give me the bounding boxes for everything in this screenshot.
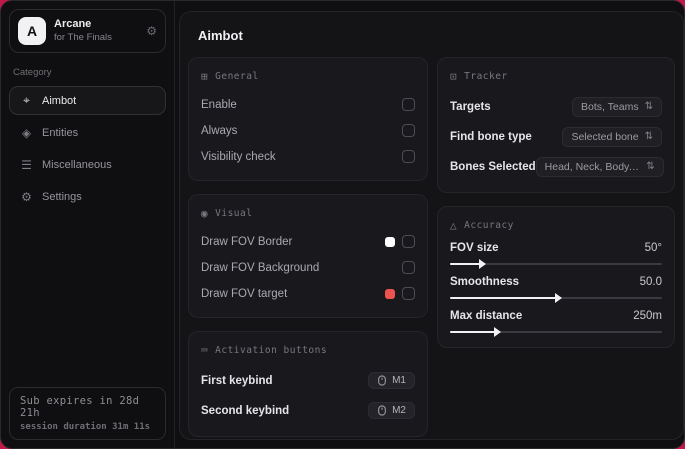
setting-row-targets: Targets Bots, Teams ⇅ xyxy=(450,93,662,120)
brand-title: Arcane xyxy=(54,18,92,31)
main-area: Aimbot ⊞ General Enable Always Visibilit… xyxy=(175,1,684,448)
setting-row-always: Always xyxy=(201,119,415,142)
panel-title: Activation buttons xyxy=(215,345,328,356)
sidebar-item-entities[interactable]: ◈ Entities xyxy=(9,119,166,147)
slider-thumb[interactable] xyxy=(493,327,501,337)
max-distance-slider[interactable] xyxy=(450,327,662,337)
sidebar-item-aimbot[interactable]: ⌖ Aimbot xyxy=(9,86,166,115)
sidebar-item-settings[interactable]: ⚙ Settings xyxy=(9,183,166,211)
panel-title: Visual xyxy=(215,208,253,219)
panel-visual: ◉ Visual Draw FOV Border Draw FOV Backgr… xyxy=(188,194,428,318)
first-keybind-button[interactable]: M1 xyxy=(368,372,415,389)
bones-selected-select[interactable]: Head, Neck, Body, Pe... ⇅ xyxy=(535,156,664,177)
setting-row-fov-size: FOV size 50° xyxy=(450,242,662,269)
sidebar-item-miscellaneous[interactable]: ☰ Miscellaneous xyxy=(9,151,166,179)
fov-border-color-swatch[interactable] xyxy=(385,236,395,247)
sub-expiry-text: Sub expires in 28d 21h xyxy=(20,395,140,419)
panel-activation-buttons: ⌨ Activation buttons First keybind M1 Se… xyxy=(188,331,428,437)
sliders-icon: ☰ xyxy=(21,158,32,172)
panel-title: Accuracy xyxy=(464,220,514,231)
setting-row-max-distance: Max distance 250m xyxy=(450,310,662,337)
slider-thumb[interactable] xyxy=(478,259,486,269)
setting-row-enable: Enable xyxy=(201,93,415,116)
panel-general: ⊞ General Enable Always Visibility check xyxy=(188,57,428,181)
setting-row-draw-fov-border: Draw FOV Border xyxy=(201,230,415,253)
panel-accuracy: △ Accuracy FOV size 50° Smoothness 50.0 … xyxy=(437,206,675,348)
always-checkbox[interactable] xyxy=(402,124,415,137)
sidebar-item-label: Settings xyxy=(42,191,82,203)
eye-icon: ◉ xyxy=(201,207,209,220)
category-label: Category xyxy=(13,67,52,78)
draw-fov-border-checkbox[interactable] xyxy=(402,235,415,248)
enable-checkbox[interactable] xyxy=(402,98,415,111)
max-distance-value: 250m xyxy=(633,310,662,322)
draw-fov-background-checkbox[interactable] xyxy=(402,261,415,274)
sidebar-nav: ⌖ Aimbot ◈ Entities ☰ Miscellaneous ⚙ Se… xyxy=(9,86,166,211)
page-title: Aimbot xyxy=(198,28,243,43)
find-bone-type-select[interactable]: Selected bone ⇅ xyxy=(562,126,662,147)
mouse-icon xyxy=(378,405,386,416)
session-duration-text: session duration 31m 11s xyxy=(20,422,151,432)
crosshair-icon: ⌖ xyxy=(23,93,30,107)
gear-icon: ⚙ xyxy=(21,190,32,204)
panel-title: General xyxy=(215,71,259,82)
cube-icon: ◈ xyxy=(21,126,32,140)
subscription-info: Sub expires in 28d 21h session duration … xyxy=(9,387,166,440)
grid-icon: ⊞ xyxy=(201,70,209,83)
sync-icon[interactable]: ⚙ xyxy=(146,24,157,38)
sidebar-item-label: Aimbot xyxy=(42,94,77,107)
draw-fov-target-checkbox[interactable] xyxy=(402,287,415,300)
keyboard-icon: ⌨ xyxy=(201,344,209,357)
chevron-updown-icon: ⇅ xyxy=(644,131,653,142)
sidebar-item-label: Miscellaneous xyxy=(42,159,112,171)
second-keybind-button[interactable]: M2 xyxy=(368,402,415,419)
chevron-updown-icon: ⇅ xyxy=(644,101,653,112)
setting-row-find-bone-type: Find bone type Selected bone ⇅ xyxy=(450,123,662,150)
setting-row-first-keybind: First keybind M1 xyxy=(201,367,415,394)
chevron-updown-icon: ⇅ xyxy=(646,161,655,172)
fov-target-color-swatch[interactable] xyxy=(385,288,395,299)
mouse-icon xyxy=(378,375,386,386)
targets-select[interactable]: Bots, Teams ⇅ xyxy=(572,96,662,117)
main-container: Aimbot ⊞ General Enable Always Visibilit… xyxy=(179,11,684,440)
setting-row-smoothness: Smoothness 50.0 xyxy=(450,276,662,303)
fov-size-value: 50° xyxy=(644,242,662,254)
smoothness-slider[interactable] xyxy=(450,293,662,303)
setting-row-bones-selected: Bones Selected Head, Neck, Body, Pe... ⇅ xyxy=(450,153,664,180)
setting-row-visibility-check: Visibility check xyxy=(201,145,415,168)
slider-thumb[interactable] xyxy=(555,293,562,303)
setting-row-second-keybind: Second keybind M2 xyxy=(201,397,415,424)
panel-tracker: ⊡ Tracker Targets Bots, Teams ⇅ Find bon… xyxy=(437,57,675,193)
sidebar: A Arcane for The Finals ⚙ Category ⌖ Aim… xyxy=(1,1,175,448)
smoothness-value: 50.0 xyxy=(639,276,662,288)
fov-size-slider[interactable] xyxy=(450,259,662,269)
brand-card: A Arcane for The Finals ⚙ xyxy=(9,9,166,53)
setting-row-draw-fov-target: Draw FOV target xyxy=(201,282,415,305)
brand-logo: A xyxy=(18,17,46,45)
scan-icon: ⊡ xyxy=(450,70,458,83)
app-window: A Arcane for The Finals ⚙ Category ⌖ Aim… xyxy=(0,0,685,449)
setting-row-draw-fov-background: Draw FOV Background xyxy=(201,256,415,279)
panel-title: Tracker xyxy=(464,71,508,82)
sidebar-item-label: Entities xyxy=(42,127,79,139)
visibility-check-checkbox[interactable] xyxy=(402,150,415,163)
triangle-icon: △ xyxy=(450,219,458,232)
brand-subtitle: for The Finals xyxy=(54,31,112,43)
